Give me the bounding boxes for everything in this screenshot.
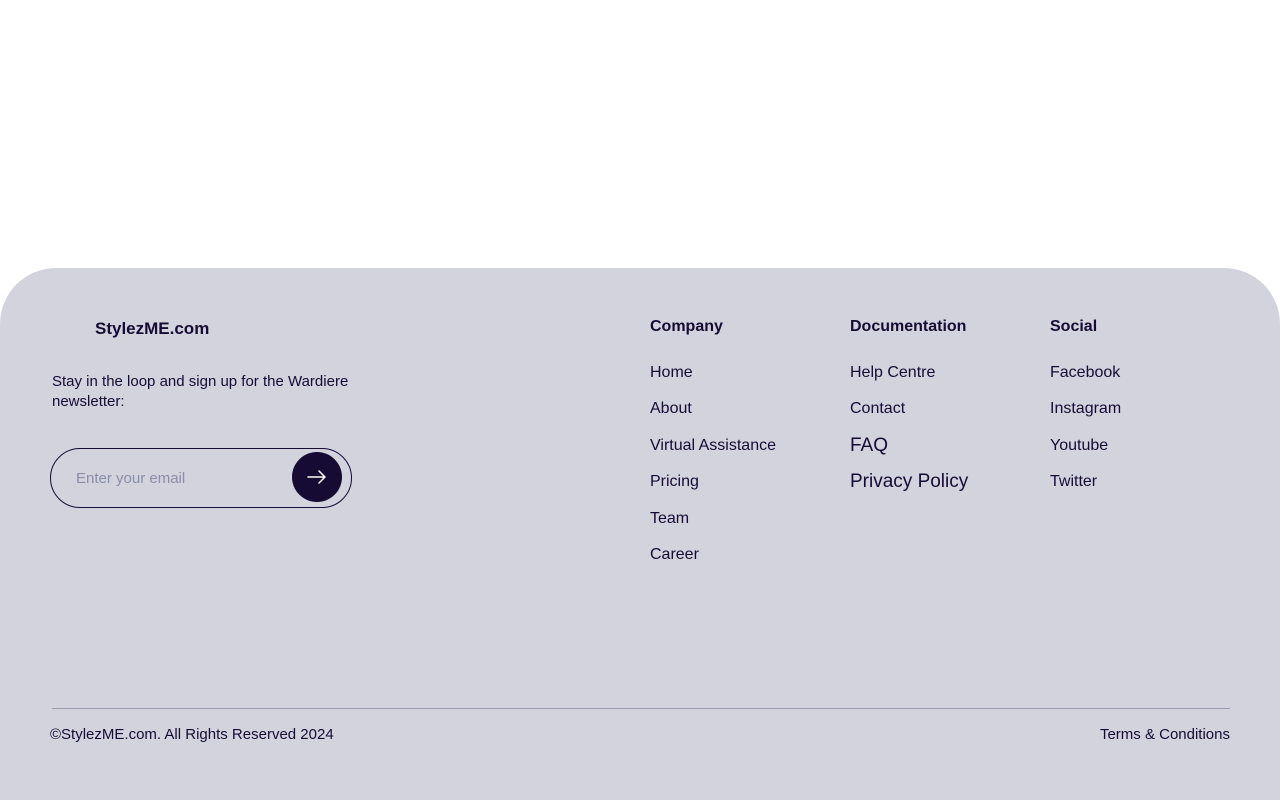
footer-divider (52, 708, 1230, 709)
link-twitter[interactable]: Twitter (1050, 473, 1097, 490)
site-footer: StylezME.com Stay in the loop and sign u… (0, 268, 1280, 800)
subscribe-button[interactable] (292, 452, 342, 502)
link-pricing[interactable]: Pricing (650, 473, 699, 490)
documentation-links: Help Centre Contact FAQ Privacy Policy (850, 363, 968, 509)
page: StylezME.com Stay in the loop and sign u… (0, 0, 1280, 800)
link-help-centre[interactable]: Help Centre (850, 364, 935, 381)
newsletter-tagline: Stay in the loop and sign up for the War… (52, 373, 349, 410)
link-facebook[interactable]: Facebook (1050, 364, 1120, 381)
link-privacy-policy[interactable]: Privacy Policy (850, 471, 968, 492)
link-career[interactable]: Career (650, 546, 699, 563)
email-input[interactable] (76, 466, 281, 490)
social-heading: Social (1050, 318, 1098, 335)
documentation-heading: Documentation (850, 318, 967, 335)
company-column: Company Home About Virtual Assistance Pr… (650, 317, 776, 581)
copyright-text: ©StylezME.com. All Rights Reserved 2024 (50, 726, 334, 743)
link-about[interactable]: About (650, 400, 692, 417)
terms-link[interactable]: Terms & Conditions (1100, 726, 1230, 743)
link-instagram[interactable]: Instagram (1050, 400, 1121, 417)
link-faq[interactable]: FAQ (850, 435, 888, 456)
link-team[interactable]: Team (650, 510, 689, 527)
social-links: Facebook Instagram Youtube Twitter (1050, 363, 1121, 509)
link-contact[interactable]: Contact (850, 400, 905, 417)
arrow-right-icon (307, 470, 326, 484)
newsletter-form (50, 448, 352, 508)
brand-name[interactable]: StylezME.com (95, 319, 209, 339)
company-links: Home About Virtual Assistance Pricing Te… (650, 363, 776, 581)
social-column: Social Facebook Instagram Youtube Twitte… (1050, 317, 1121, 509)
link-youtube[interactable]: Youtube (1050, 437, 1108, 454)
company-heading: Company (650, 318, 723, 335)
link-home[interactable]: Home (650, 364, 693, 381)
documentation-column: Documentation Help Centre Contact FAQ Pr… (850, 317, 968, 509)
link-virtual-assistance[interactable]: Virtual Assistance (650, 437, 776, 454)
